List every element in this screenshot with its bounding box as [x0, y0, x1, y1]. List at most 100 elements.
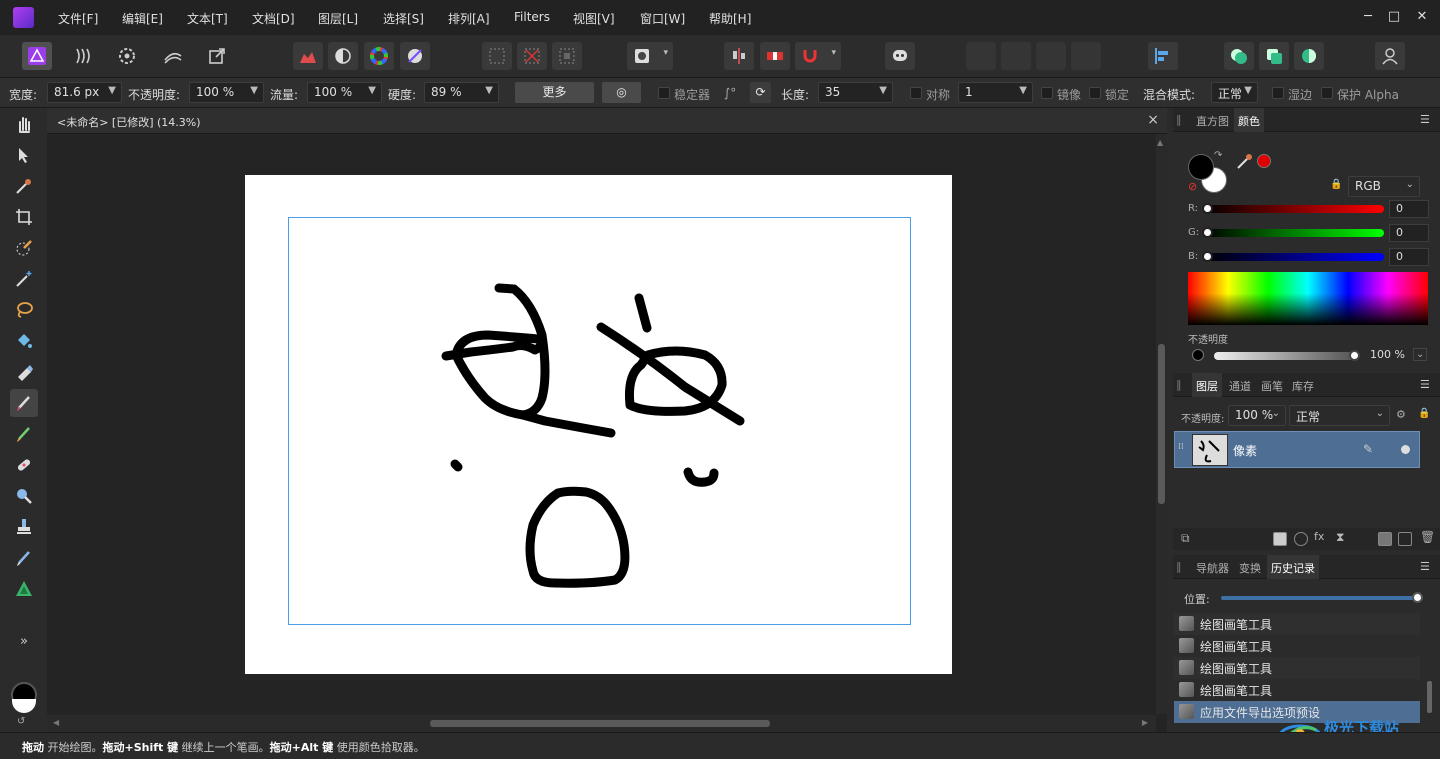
auto-white-balance-button[interactable] [400, 42, 430, 70]
eyedropper-icon[interactable] [1236, 152, 1254, 170]
wet-edges-checkbox[interactable] [1272, 87, 1284, 99]
color-picker-tool[interactable] [10, 172, 38, 200]
lock-icon[interactable]: 🔒 [1330, 179, 1342, 190]
paint-brush-tool[interactable] [10, 389, 38, 417]
width-dropdown[interactable]: 81.6 px ▼ [47, 82, 122, 103]
develop-persona-button[interactable] [112, 42, 142, 70]
history-item[interactable]: 绘图画笔工具 [1174, 613, 1420, 635]
symmetry-checkbox[interactable] [910, 87, 922, 99]
menu-arrange[interactable]: 排列[A] [448, 10, 490, 27]
levels-adjust-button[interactable] [293, 42, 323, 70]
menu-file[interactable]: 文件[F] [58, 10, 98, 27]
color-opacity-value[interactable]: 100 % [1370, 348, 1405, 361]
no-color-icon[interactable]: ⊘ [1188, 180, 1197, 193]
panel-menu-icon[interactable]: ☰ [1420, 378, 1430, 391]
move-tool[interactable] [10, 141, 38, 169]
history-item[interactable]: 绘图画笔工具 [1174, 635, 1420, 657]
snapping-toggle-button[interactable] [760, 42, 790, 70]
scroll-left-icon[interactable]: ◀ [53, 718, 59, 727]
account-button[interactable] [1375, 42, 1405, 70]
window-mode-button[interactable]: ⟳ [750, 82, 771, 103]
trash-icon[interactable]: 🗑 [1420, 530, 1435, 544]
maximize-button[interactable]: □ [1385, 8, 1403, 26]
tab-color[interactable]: 颜色 [1234, 108, 1264, 132]
add-group-folder-icon[interactable] [1378, 532, 1392, 546]
align-button[interactable] [724, 42, 754, 70]
protect-alpha-checkbox[interactable] [1321, 87, 1333, 99]
crop-tool[interactable] [10, 203, 38, 231]
blue-slider[interactable] [1203, 253, 1384, 261]
color-mode-dropdown[interactable]: RGB ⌄ [1348, 176, 1420, 197]
history-item[interactable]: 绘图画笔工具 [1174, 657, 1420, 679]
layer-options-icon[interactable]: ⧉ [1181, 531, 1190, 546]
dodge-brush-tool[interactable] [10, 482, 38, 510]
drag-handle-icon[interactable]: ⁞⁞ [1178, 442, 1184, 452]
add-layer-group-button[interactable] [1224, 42, 1254, 70]
arrange-back-button[interactable] [966, 42, 996, 70]
red-slider-knob[interactable] [1202, 203, 1213, 214]
add-layer-icon[interactable] [1398, 532, 1412, 546]
tab-stock[interactable]: 库存 [1292, 378, 1314, 394]
document-page[interactable] [245, 175, 952, 674]
menu-window[interactable]: 窗口[W] [640, 10, 685, 27]
history-item[interactable]: 绘图画笔工具 [1174, 679, 1420, 701]
green-value-input[interactable]: 0 [1389, 224, 1429, 242]
history-position-knob[interactable] [1411, 592, 1423, 603]
layer-opacity-dropdown[interactable]: 100 % ⌄ [1228, 405, 1286, 426]
scroll-right-icon[interactable]: ▶ [1142, 718, 1148, 727]
vertical-scrollbar[interactable]: ▲ [1156, 134, 1167, 714]
scroll-up-icon[interactable]: ▲ [1157, 138, 1163, 147]
tab-channels[interactable]: 通道 [1229, 378, 1251, 394]
force-pressure-button[interactable]: ◎ [602, 82, 641, 103]
length-dropdown[interactable]: 35 ▼ [818, 82, 893, 103]
arrange-forward-button[interactable] [1036, 42, 1066, 70]
secondary-color-swatch[interactable] [12, 699, 36, 713]
red-slider[interactable] [1203, 205, 1384, 213]
horizontal-scroll-thumb[interactable] [430, 720, 770, 727]
lock-icon[interactable]: 🔒 [1418, 408, 1430, 419]
clone-brush-tool[interactable] [10, 513, 38, 541]
menu-text[interactable]: 文本[T] [187, 10, 228, 27]
menu-help[interactable]: 帮助[H] [709, 10, 751, 27]
menu-view[interactable]: 视图[V] [573, 10, 615, 27]
more-button[interactable]: 更多 [515, 82, 594, 103]
vertical-scroll-thumb[interactable] [1158, 344, 1165, 504]
fill-color-well[interactable] [1188, 154, 1214, 180]
blue-slider-knob[interactable] [1202, 251, 1213, 262]
layer-row-pixel[interactable]: ⁞⁞ 像素 ✎ [1174, 431, 1420, 468]
color-replacement-tool[interactable] [10, 420, 38, 448]
color-opacity-slider[interactable] [1214, 352, 1354, 360]
symmetry-count-dropdown[interactable]: 1 ▼ [958, 82, 1033, 103]
chevron-down-icon[interactable]: ⌄ [1413, 348, 1428, 361]
snapping-options-button[interactable]: ▾ [795, 42, 841, 70]
panel-grip-icon[interactable]: ‖ [1176, 560, 1182, 573]
close-window-button[interactable]: ✕ [1413, 8, 1431, 26]
tone-mapping-persona-button[interactable] [158, 42, 188, 70]
tab-histogram[interactable]: 直方图 [1196, 113, 1229, 129]
opacity-dropdown[interactable]: 100 % ▼ [189, 82, 264, 103]
menu-select[interactable]: 选择[S] [383, 10, 424, 27]
hardness-dropdown[interactable]: 89 % ▼ [424, 82, 499, 103]
blue-value-input[interactable]: 0 [1389, 248, 1429, 266]
minimize-button[interactable]: ─ [1359, 8, 1377, 26]
selection-brush-tool[interactable] [10, 234, 38, 262]
green-slider[interactable] [1203, 229, 1384, 237]
erase-brush-tool[interactable] [10, 358, 38, 386]
menu-document[interactable]: 文档[D] [252, 10, 295, 27]
red-value-input[interactable]: 0 [1389, 200, 1429, 218]
canvas-area[interactable] [47, 134, 1167, 732]
tab-brushes[interactable]: 画笔 [1261, 378, 1283, 394]
tab-navigator[interactable]: 导航器 [1196, 560, 1229, 576]
history-scroll-thumb[interactable] [1427, 681, 1432, 713]
mirror-checkbox[interactable] [1041, 87, 1053, 99]
flood-fill-tool[interactable] [10, 327, 38, 355]
quick-mask-button[interactable]: ▾ [627, 42, 673, 70]
flood-select-tool[interactable] [10, 265, 38, 293]
fx-icon[interactable]: fx [1314, 530, 1324, 543]
export-persona-button[interactable] [202, 42, 232, 70]
auto-colors-button[interactable] [364, 42, 394, 70]
marquee-select-all-button[interactable] [482, 42, 512, 70]
horizontal-scrollbar[interactable]: ◀ ▶ [47, 715, 1156, 732]
more-tools-button[interactable]: » [10, 628, 38, 656]
blend-mode-dropdown[interactable]: 正常 ▼ [1211, 82, 1258, 103]
